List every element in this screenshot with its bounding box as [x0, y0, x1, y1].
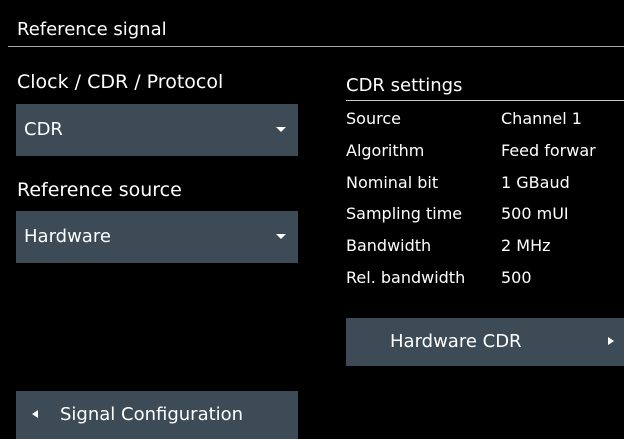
hardware-cdr-label: Hardware CDR: [390, 331, 522, 352]
cdr-settings-divider: [346, 100, 624, 101]
cdr-row-value: 2 MHz: [501, 236, 551, 255]
clock-cdr-protocol-dropdown[interactable]: CDR: [16, 104, 298, 156]
clock-cdr-protocol-label: Clock / CDR / Protocol: [17, 71, 224, 93]
cdr-row-key: Sampling time: [346, 204, 463, 223]
cdr-row-key: Bandwidth: [346, 236, 432, 255]
cdr-row-value: Channel 1: [501, 109, 582, 128]
hardware-cdr-button[interactable]: Hardware CDR: [346, 318, 624, 366]
chevron-down-icon: [276, 127, 286, 132]
chevron-down-icon: [276, 234, 286, 239]
reference-signal-panel: Reference signal Clock / CDR / Protocol …: [0, 0, 624, 439]
reference-source-value: Hardware: [24, 226, 111, 247]
signal-configuration-button[interactable]: Signal Configuration: [16, 391, 298, 439]
arrow-right-icon: [608, 337, 614, 345]
cdr-row-value: 500: [501, 268, 532, 287]
cdr-settings-title: CDR settings: [346, 75, 463, 96]
cdr-row-key: Algorithm: [346, 141, 425, 160]
cdr-row-value: 500 mUI: [501, 204, 569, 223]
section-divider: [8, 46, 624, 47]
reference-source-label: Reference source: [17, 179, 182, 201]
clock-cdr-protocol-value: CDR: [24, 119, 63, 140]
cdr-row-key: Source: [346, 109, 401, 128]
section-title: Reference signal: [17, 19, 167, 40]
cdr-row-key: Nominal bit: [346, 173, 439, 192]
signal-configuration-label: Signal Configuration: [60, 404, 244, 425]
arrow-left-icon: [32, 410, 38, 418]
reference-source-dropdown[interactable]: Hardware: [16, 211, 298, 263]
cdr-row-key: Rel. bandwidth: [346, 268, 466, 287]
cdr-row-value: Feed forwar: [501, 141, 596, 160]
cdr-row-value: 1 GBaud: [501, 173, 570, 192]
